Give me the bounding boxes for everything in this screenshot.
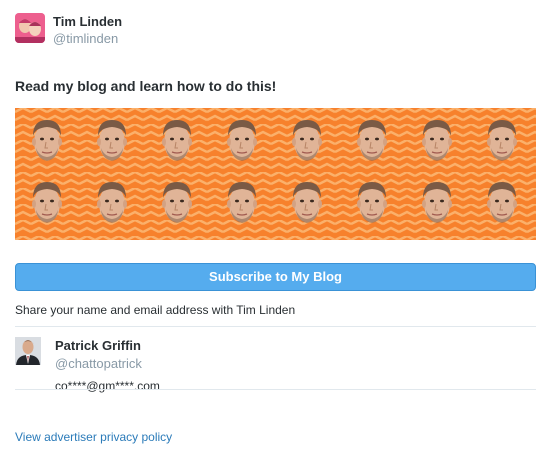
viewer-email: co****@gm****.com: [55, 379, 160, 393]
viewer-avatar: [15, 337, 41, 365]
author-names: Tim Linden @timlinden: [53, 12, 122, 45]
divider-bottom: [15, 389, 536, 390]
author-handle[interactable]: @timlinden: [53, 32, 122, 45]
viewer-info: Patrick Griffin @chattopatrick: [15, 336, 142, 371]
author-header: Tim Linden @timlinden: [15, 12, 536, 52]
subscribe-button[interactable]: Subscribe to My Blog: [15, 263, 536, 291]
card-headline: Read my blog and learn how to do this!: [15, 78, 277, 94]
privacy-policy-link[interactable]: View advertiser privacy policy: [15, 430, 172, 444]
viewer-names: Patrick Griffin @chattopatrick: [55, 336, 142, 371]
viewer-avatar-image: [15, 337, 41, 365]
author-avatar[interactable]: [15, 13, 45, 43]
author-avatar-image: [15, 13, 45, 43]
card-banner-image[interactable]: [15, 108, 536, 240]
banner-image: [15, 108, 536, 240]
lead-generation-card: Tim Linden @timlinden Read my blog and l…: [15, 12, 536, 444]
viewer-handle: @chattopatrick: [55, 356, 142, 371]
author-display-name[interactable]: Tim Linden: [53, 15, 122, 28]
viewer-display-name: Patrick Griffin: [55, 338, 141, 353]
share-notice: Share your name and email address with T…: [15, 303, 296, 317]
divider-top: [15, 326, 536, 327]
